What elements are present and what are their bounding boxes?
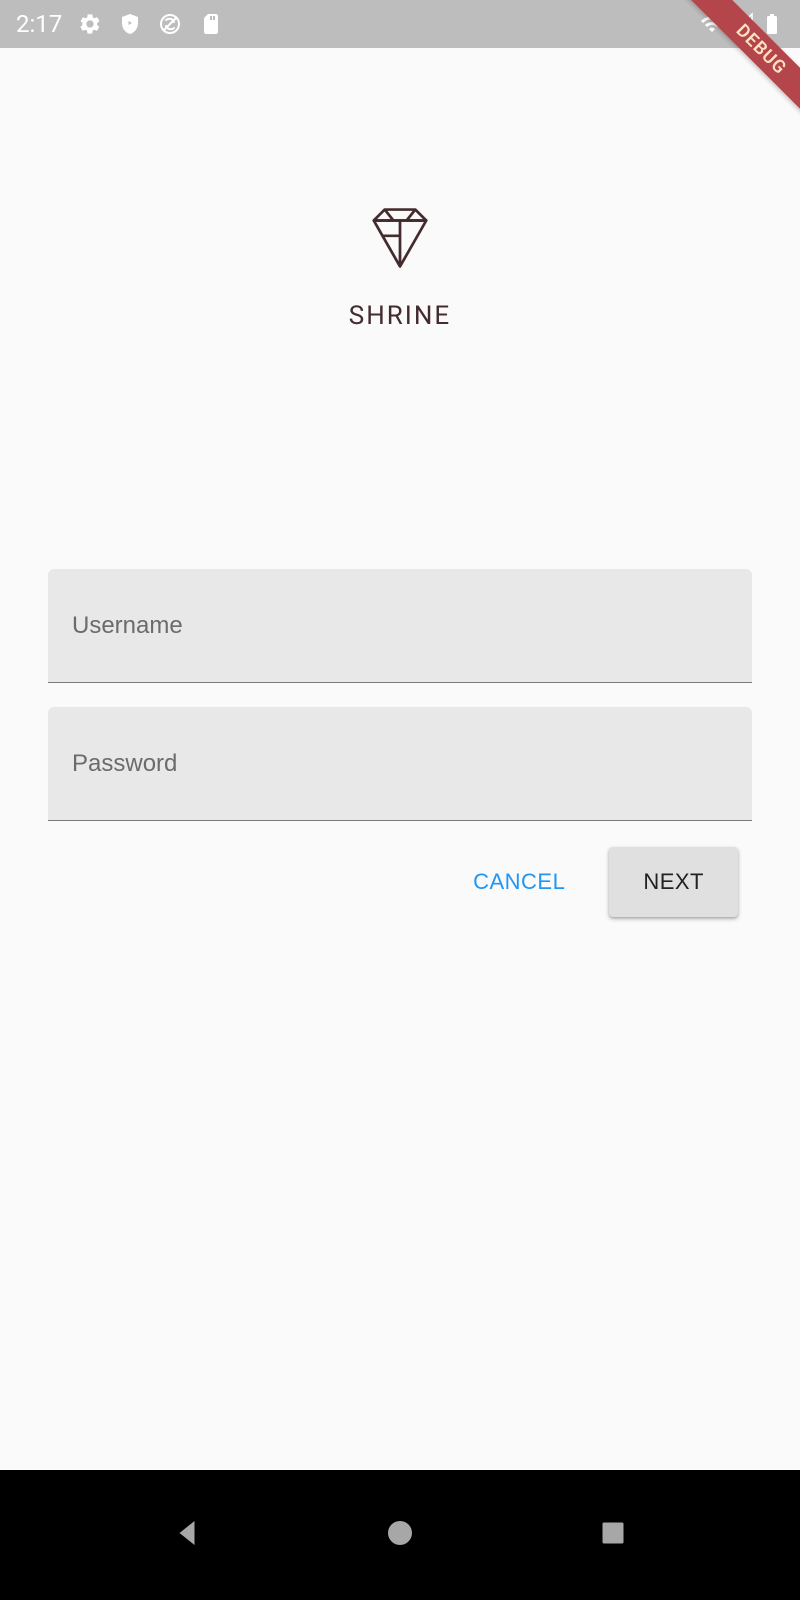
logo-section: SHRINE bbox=[48, 203, 752, 331]
android-nav-bar bbox=[0, 1470, 800, 1600]
diamond-icon bbox=[365, 203, 435, 273]
next-button[interactable]: NEXT bbox=[609, 847, 738, 917]
nav-home-button[interactable] bbox=[382, 1515, 418, 1555]
home-icon bbox=[382, 1515, 418, 1551]
password-field[interactable] bbox=[48, 707, 752, 821]
app-title: SHRINE bbox=[349, 301, 451, 331]
status-left-group: 2:17 bbox=[16, 10, 222, 38]
android-status-bar: 2:17 bbox=[0, 0, 800, 48]
login-screen: SHRINE CANCEL NEXT bbox=[0, 48, 800, 1470]
button-bar: CANCEL NEXT bbox=[48, 847, 752, 917]
status-time: 2:17 bbox=[16, 10, 62, 38]
no-sync-icon bbox=[158, 12, 182, 36]
login-form: CANCEL NEXT bbox=[48, 569, 752, 917]
username-field[interactable] bbox=[48, 569, 752, 683]
gear-icon bbox=[78, 12, 102, 36]
cancel-button[interactable]: CANCEL bbox=[461, 853, 577, 911]
back-icon bbox=[169, 1515, 205, 1551]
nav-back-button[interactable] bbox=[169, 1515, 205, 1555]
recent-icon bbox=[595, 1515, 631, 1551]
nav-recent-button[interactable] bbox=[595, 1515, 631, 1555]
sd-card-icon bbox=[198, 12, 222, 36]
shield-icon bbox=[118, 12, 142, 36]
